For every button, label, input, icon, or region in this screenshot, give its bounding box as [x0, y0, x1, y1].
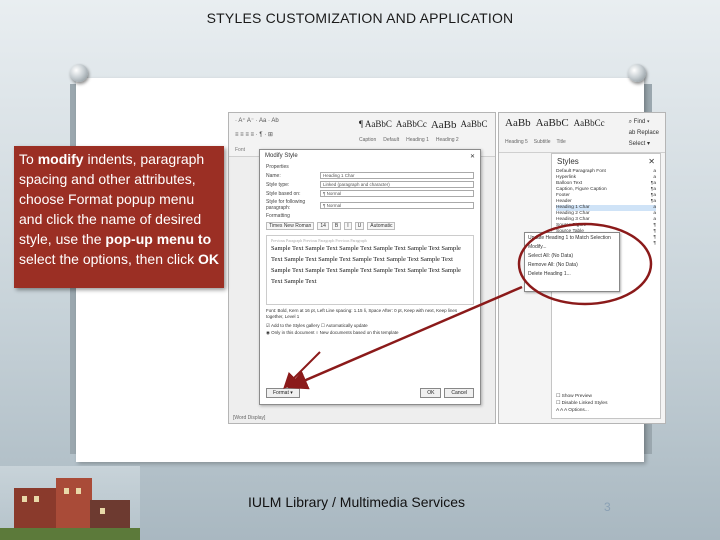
close-icon[interactable]: ✕	[648, 157, 655, 166]
window	[64, 488, 69, 494]
slide-footer: IULM Library / Multimedia Services	[248, 494, 466, 510]
gallery-checkbox[interactable]: ☑ Add to the Styles gallery ☐ Automatica…	[266, 322, 474, 329]
styles-ribbon: AaBb AaBbC AaBbCc Heading 5 Subtitle Tit…	[499, 113, 665, 153]
disable-linked-checkbox[interactable]: ☐ Disable Linked Styles	[556, 400, 656, 407]
callout-text: To	[19, 151, 38, 167]
popup-menu-item-modify[interactable]: Modify...	[528, 243, 616, 252]
styles-pane-title: Styles	[557, 157, 579, 166]
status-bar: [Word Display]	[233, 415, 266, 421]
styles-pane-header: Styles ✕	[552, 154, 660, 169]
style-popup-menu: Update Heading 1 to Match Selection Modi…	[524, 232, 620, 292]
style-name-row: Name: Heading 1 Char	[260, 171, 480, 180]
popup-menu-item[interactable]: Delete Heading 1...	[528, 270, 616, 279]
dialog-buttons: Format ▾ OK Cancel	[266, 388, 474, 398]
field-label: Style type:	[266, 181, 290, 188]
window	[76, 488, 81, 494]
styles-pane-footer: ☐ Show Preview ☐ Disable Linked Styles A…	[556, 393, 656, 414]
field-label: Style based on:	[266, 190, 301, 197]
style-gallery[interactable]: AaBb AaBbC AaBbCc	[505, 117, 605, 129]
popup-menu-item[interactable]: Update Heading 1 to Match Selection	[528, 234, 616, 243]
dialog-action-buttons: OK Cancel	[420, 388, 474, 398]
dialog-titlebar: Modify Style ✕	[260, 150, 480, 163]
field-label: Style for following paragraph:	[266, 199, 306, 211]
show-preview-checkbox[interactable]: ☐ Show Preview	[556, 393, 656, 400]
popup-menu-item[interactable]: Remove All: (No Data)	[528, 261, 616, 270]
window	[100, 508, 105, 514]
dialog-options: ☑ Add to the Styles gallery ☐ Automatica…	[266, 322, 474, 336]
pushpin-icon	[70, 64, 88, 82]
ok-button[interactable]: OK	[420, 388, 442, 398]
formatting-heading: Formatting	[266, 213, 290, 219]
font-color-select[interactable]: Automatic	[367, 222, 396, 230]
style-type-select[interactable]: Linked (paragraph and character)	[320, 181, 474, 188]
select-button[interactable]: Select ▾	[629, 139, 659, 150]
pushpin-icon	[628, 64, 646, 82]
underline-button[interactable]: U	[354, 222, 365, 230]
style-name-input[interactable]: Heading 1 Char	[320, 172, 474, 179]
style-type-icon: ¶	[653, 241, 656, 246]
callout-text-bold: modify	[37, 151, 84, 167]
callout-text: select the options, then click	[19, 251, 198, 267]
document-scope-radio[interactable]: ◉ Only in this document ○ New documents …	[266, 329, 474, 336]
following-style-select[interactable]: ¶ Normal	[320, 201, 474, 209]
replace-button[interactable]: ab Replace	[629, 128, 659, 139]
preview-sample-text: Sample Text Sample Text Sample Text Samp…	[271, 245, 461, 285]
formatting-toolbar: Times New Roman 14 B I U Automatic	[260, 220, 480, 232]
gallery-style[interactable]: AaBbCc	[396, 119, 427, 131]
gallery-style[interactable]: AaBbCc	[574, 118, 605, 128]
gallery-style[interactable]: AaBbC	[461, 119, 488, 131]
bold-button[interactable]: B	[331, 222, 342, 230]
gallery-label: Heading 1	[406, 137, 429, 143]
ribbon-group-label: Font	[235, 147, 246, 153]
find-button[interactable]: ⌕ Find ▾	[629, 117, 659, 128]
instruction-callout: To modify indents, paragraph spacing and…	[14, 146, 224, 288]
slide-title: STYLES CUSTOMIZATION AND APPLICATION	[206, 10, 514, 26]
callout-text-bold: pop-up menu to	[105, 231, 212, 247]
following-style-row: Style for following paragraph: ¶ Normal	[260, 198, 480, 212]
window	[34, 496, 39, 502]
gallery-style[interactable]: ¶ AaBbC	[359, 119, 392, 131]
popup-menu-item[interactable]: Select All: (No Data)	[528, 252, 616, 261]
gallery-label: Default	[383, 137, 400, 143]
based-on-row: Style based on: ¶ Normal	[260, 189, 480, 198]
field-label: Name:	[266, 172, 281, 179]
close-icon[interactable]: ✕	[470, 153, 475, 160]
editing-group: ⌕ Find ▾ ab Replace Select ▾	[629, 117, 659, 150]
style-type-row: Style type: Linked (paragraph and charac…	[260, 180, 480, 189]
styles-pane-actions[interactable]: A A A Options...	[556, 407, 656, 414]
gallery-style[interactable]: AaBb	[431, 119, 457, 131]
style-gallery[interactable]: ¶ AaBbC AaBbCc AaBb AaBbC	[359, 119, 488, 131]
gallery-labels: Caption Default Heading 1 Heading 2	[359, 137, 459, 143]
properties-heading: Properties	[266, 164, 289, 170]
style-preview: Previous Paragraph Previous Paragraph Pr…	[266, 235, 474, 305]
ribbon-paragraph-row: ≡ ≡ ≡ ≡ · ¶ · ⊞	[235, 132, 273, 138]
based-on-select[interactable]: ¶ Normal	[320, 190, 474, 197]
gallery-labels: Heading 5 Subtitle Title	[505, 139, 566, 145]
dialog-title: Modify Style	[265, 153, 298, 159]
page-number: 3	[604, 500, 611, 514]
window	[22, 496, 27, 502]
callout-text-bold: OK	[198, 251, 219, 267]
lawn	[0, 528, 140, 540]
gallery-label: Caption	[359, 137, 377, 143]
gallery-label: Title	[556, 139, 566, 145]
cancel-button[interactable]: Cancel	[444, 388, 474, 398]
font-size-select[interactable]: 14	[317, 222, 329, 230]
gallery-style[interactable]: AaBbC	[536, 117, 569, 129]
gallery-label: Subtitle	[533, 139, 551, 145]
campus-building-image	[0, 466, 140, 540]
format-menu-button[interactable]: Format ▾	[266, 388, 300, 398]
gallery-label: Heading 5	[505, 139, 528, 145]
italic-button[interactable]: I	[344, 222, 352, 230]
word-screenshot: · A⁺ A⁻ · Aa · Ab ≡ ≡ ≡ ≡ · ¶ · ⊞ ¶ AaBb…	[228, 112, 496, 424]
font-select[interactable]: Times New Roman	[266, 222, 315, 230]
gallery-label: Heading 2	[435, 137, 459, 143]
style-description: Font: Bold, Kern at 16 pt, Left Line spa…	[266, 308, 458, 319]
gallery-style[interactable]: AaBb	[505, 117, 531, 129]
ribbon-font-row: · A⁺ A⁻ · Aa · Ab	[235, 118, 279, 124]
modify-style-dialog: Modify Style ✕ Properties Name: Heading …	[259, 149, 481, 405]
